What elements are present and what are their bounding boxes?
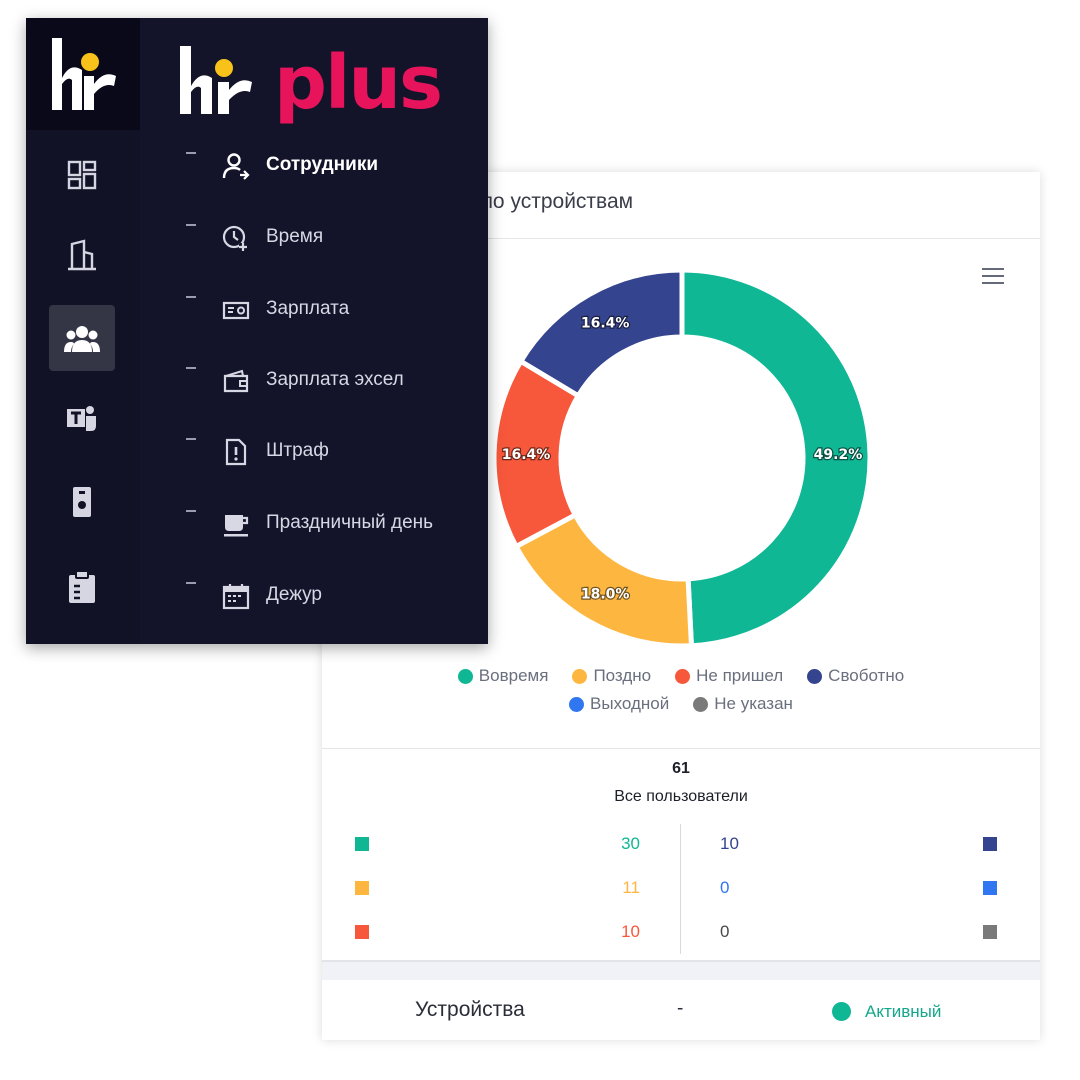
- menu-label: Зарплата эхсел: [266, 369, 404, 390]
- device-icon: [73, 487, 91, 517]
- legend-item-late[interactable]: Поздно: [572, 666, 651, 686]
- money-icon: [222, 301, 250, 320]
- brand-plus-text: plus: [274, 40, 443, 126]
- hr-logo-wordmark: [180, 46, 252, 114]
- section-gap: [322, 962, 1040, 980]
- menu-dash: [186, 510, 196, 512]
- status-square-on-time: [355, 837, 369, 851]
- menu-label: Сотрудники: [266, 154, 379, 175]
- legend-label: Не пришел: [696, 666, 784, 685]
- wallet-icon: [223, 369, 249, 393]
- user-add-icon: [222, 153, 250, 180]
- legend-dot: [693, 696, 709, 712]
- menu-label: Праздничный день: [266, 512, 434, 533]
- hr-logo-icon: [52, 38, 116, 110]
- divider: [322, 748, 1040, 749]
- menu-dash: [186, 582, 196, 584]
- rail-dashboard-button[interactable]: [49, 142, 115, 208]
- rail-teams-button[interactable]: [49, 386, 115, 452]
- active-status-label: Активный: [865, 1002, 942, 1021]
- rail-company-button[interactable]: [49, 222, 115, 288]
- status-square-late: [355, 881, 369, 895]
- hr-logo-small[interactable]: [26, 18, 140, 130]
- sidebar: plus Сотрудники Время Зарплата Зарплата …: [26, 18, 488, 644]
- calendar-icon: [222, 584, 250, 610]
- legend-item-day-off[interactable]: Выходной: [569, 694, 669, 714]
- clipboard-icon: [69, 570, 95, 603]
- active-status-dot: [832, 1002, 851, 1021]
- menu-dash: [186, 438, 196, 440]
- legend-item-not-specified[interactable]: Не указан: [693, 694, 793, 714]
- teams-icon: [67, 406, 96, 431]
- slice-absent-label: 16.4%: [502, 447, 551, 463]
- menu-dash: [186, 367, 196, 369]
- rail-reports-button[interactable]: [49, 554, 115, 620]
- stats-table: 30 11 10 10 0 0: [322, 822, 1040, 962]
- rail-device-button[interactable]: [49, 469, 115, 535]
- legend-dot: [807, 668, 823, 684]
- total-users-count: 61: [672, 760, 690, 777]
- legend-label: Поздно: [593, 666, 652, 685]
- stat-day-off-count: 0: [720, 878, 730, 897]
- menu-item-penalty[interactable]: Штраф: [186, 432, 486, 472]
- menu-label: Дежур: [266, 584, 322, 605]
- stat-late-count: 11: [622, 878, 640, 897]
- total-users-label: Все пользователи: [614, 788, 748, 805]
- slice-free-label: 16.4%: [581, 315, 630, 331]
- legend-dot: [569, 696, 585, 712]
- menu-label: Штраф: [266, 440, 329, 461]
- penalty-file-icon: [225, 438, 247, 466]
- users-icon: [64, 326, 100, 352]
- stat-not-specified-count: 0: [720, 922, 730, 941]
- chart-legend-row-1: Вовремя Поздно Не пришел Своботно: [322, 666, 1040, 686]
- menu-label: Время: [266, 226, 324, 247]
- legend-label: Своботно: [828, 666, 905, 685]
- coffee-cup-icon: [224, 515, 249, 537]
- menu-dash: [186, 152, 196, 154]
- legend-item-free[interactable]: Своботно: [807, 666, 904, 686]
- status-square-free: [983, 837, 997, 851]
- devices-label: Устройства: [415, 998, 525, 1021]
- chart-legend-row-2: Выходной Не указан: [322, 694, 1040, 714]
- menu-item-time[interactable]: Время: [186, 218, 486, 258]
- legend-label: Не указан: [714, 694, 793, 713]
- menu-item-salary[interactable]: Зарплата: [186, 290, 486, 330]
- menu-item-holiday[interactable]: Праздничный день: [186, 504, 486, 544]
- menu-dash: [186, 296, 196, 298]
- menu-dash: [186, 224, 196, 226]
- slice-late-label: 18.0%: [581, 587, 630, 603]
- legend-dot: [572, 668, 588, 684]
- stat-on-time-count: 30: [621, 834, 640, 853]
- legend-item-on-time[interactable]: Вовремя: [457, 666, 549, 686]
- clock-plus-icon: [222, 225, 247, 251]
- legend-dot: [675, 668, 691, 684]
- stats-divider: [680, 824, 681, 954]
- dashboard-icon: [67, 160, 97, 190]
- menu-item-salary-excel[interactable]: Зарплата эхсел: [186, 361, 486, 401]
- slice-free[interactable]: [517, 267, 685, 400]
- rail-users-button[interactable]: [49, 305, 115, 371]
- building-icon: [68, 239, 96, 271]
- stat-absent-count: 10: [621, 922, 640, 941]
- legend-dot: [457, 668, 473, 684]
- menu-item-employees[interactable]: Сотрудники: [186, 146, 486, 186]
- menu-label: Зарплата: [266, 298, 350, 319]
- slice-on-time-label: 49.2%: [814, 447, 863, 463]
- legend-label: Выходной: [590, 694, 670, 713]
- stat-free-count: 10: [720, 834, 739, 853]
- status-square-not-specified: [983, 925, 997, 939]
- status-square-day-off: [983, 881, 997, 895]
- menu-item-duty[interactable]: Дежур: [186, 576, 486, 616]
- legend-item-absent[interactable]: Не пришел: [675, 666, 783, 686]
- legend-label: Вовремя: [478, 666, 549, 685]
- status-square-absent: [355, 925, 369, 939]
- icon-rail: [26, 18, 140, 644]
- devices-value: -: [677, 998, 684, 1019]
